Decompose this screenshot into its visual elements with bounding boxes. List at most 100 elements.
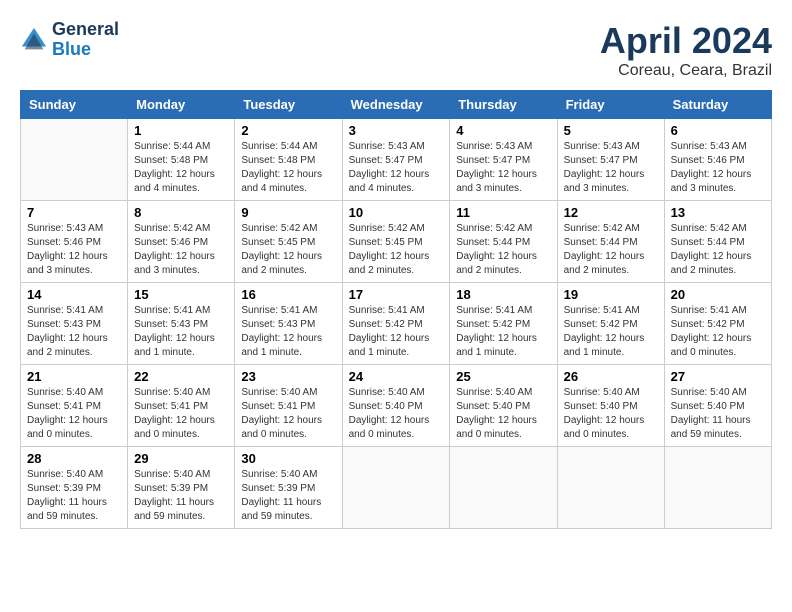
day-cell: 27Sunrise: 5:40 AMSunset: 5:40 PMDayligh… [664,365,771,447]
day-header-sunday: Sunday [21,91,128,119]
day-header-tuesday: Tuesday [235,91,342,119]
day-cell: 13 Sunrise: 5:42 AMSunset: 5:44 PMDayligh… [664,201,771,283]
day-info: Sunrise: 5:43 AMSunset: 5:46 PMDaylight:… [671,140,765,196]
day-header-monday: Monday [128,91,235,119]
day-cell: 10 Sunrise: 5:42 AMSunset: 5:45 PMDayligh… [342,201,450,283]
day-number: 11 [456,205,550,220]
day-info: Sunrise: 5:40 AMSunset: 5:41 PMDaylight:… [241,386,335,442]
day-cell [557,447,664,529]
day-info: Sunrise: 5:43 AMSunset: 5:47 PMDaylight:… [564,140,658,196]
day-info: Sunrise: 5:42 AMSunset: 5:44 PMDaylight:… [671,222,765,278]
day-cell: 7 Sunrise: 5:43 AMSunset: 5:46 PMDaylight… [21,201,128,283]
day-number: 23 [241,369,335,384]
day-cell: 25 Sunrise: 5:40 AMSunset: 5:40 PMDayligh… [450,365,557,447]
day-cell: 12 Sunrise: 5:42 AMSunset: 5:44 PMDayligh… [557,201,664,283]
week-row-4: 21 Sunrise: 5:40 AMSunset: 5:41 PMDayligh… [21,365,772,447]
day-number: 20 [671,287,765,302]
day-info: Sunrise: 5:43 AMSunset: 5:46 PMDaylight:… [27,222,121,278]
day-cell: 8 Sunrise: 5:42 AMSunset: 5:46 PMDaylight… [128,201,235,283]
day-number: 7 [27,205,121,220]
week-row-5: 28 Sunrise: 5:40 AMSunset: 5:39 PMDayligh… [21,447,772,529]
day-number: 22 [134,369,228,384]
day-number: 21 [27,369,121,384]
day-cell: 1Sunrise: 5:44 AMSunset: 5:48 PMDaylight… [128,119,235,201]
day-cell: 30 Sunrise: 5:40 AMSunset: 5:39 PMDayligh… [235,447,342,529]
day-cell: 15Sunrise: 5:41 AMSunset: 5:43 PMDayligh… [128,283,235,365]
day-cell: 17Sunrise: 5:41 AMSunset: 5:42 PMDayligh… [342,283,450,365]
day-info: Sunrise: 5:42 AMSunset: 5:45 PMDaylight:… [349,222,444,278]
day-number: 17 [349,287,444,302]
day-info: Sunrise: 5:42 AMSunset: 5:45 PMDaylight:… [241,222,335,278]
day-info: Sunrise: 5:44 AMSunset: 5:48 PMDaylight:… [134,140,228,196]
day-cell: 11 Sunrise: 5:42 AMSunset: 5:44 PMDayligh… [450,201,557,283]
day-number: 12 [564,205,658,220]
day-cell [21,119,128,201]
day-number: 8 [134,205,228,220]
day-number: 29 [134,451,228,466]
day-info: Sunrise: 5:40 AMSunset: 5:39 PMDaylight:… [27,468,121,524]
day-info: Sunrise: 5:42 AMSunset: 5:46 PMDaylight:… [134,222,228,278]
day-cell: 20 Sunrise: 5:41 AMSunset: 5:42 PMDayligh… [664,283,771,365]
day-number: 13 [671,205,765,220]
day-cell: 4 Sunrise: 5:43 AMSunset: 5:47 PMDaylight… [450,119,557,201]
day-cell: 21Sunrise: 5:40 AMSunset: 5:41 PMDayligh… [21,365,128,447]
week-row-3: 14 Sunrise: 5:41 AMSunset: 5:43 PMDayligh… [21,283,772,365]
day-header-wednesday: Wednesday [342,91,450,119]
day-info: Sunrise: 5:43 AMSunset: 5:47 PMDaylight:… [349,140,444,196]
day-number: 25 [456,369,550,384]
day-number: 9 [241,205,335,220]
day-number: 30 [241,451,335,466]
day-cell: 16Sunrise: 5:41 AMSunset: 5:43 PMDayligh… [235,283,342,365]
day-info: Sunrise: 5:40 AMSunset: 5:39 PMDaylight:… [134,468,228,524]
day-number: 27 [671,369,765,384]
day-number: 16 [241,287,335,302]
day-header-friday: Friday [557,91,664,119]
day-info: Sunrise: 5:40 AMSunset: 5:39 PMDaylight:… [241,468,335,524]
day-info: Sunrise: 5:42 AMSunset: 5:44 PMDaylight:… [564,222,658,278]
day-info: Sunrise: 5:40 AMSunset: 5:40 PMDaylight:… [456,386,550,442]
day-cell: 26 Sunrise: 5:40 AMSunset: 5:40 PMDayligh… [557,365,664,447]
day-info: Sunrise: 5:40 AMSunset: 5:40 PMDaylight:… [564,386,658,442]
day-info: Sunrise: 5:40 AMSunset: 5:41 PMDaylight:… [134,386,228,442]
day-info: Sunrise: 5:44 AMSunset: 5:48 PMDaylight:… [241,140,335,196]
day-cell: 14 Sunrise: 5:41 AMSunset: 5:43 PMDayligh… [21,283,128,365]
day-info: Sunrise: 5:41 AMSunset: 5:42 PMDaylight:… [671,304,765,360]
day-number: 10 [349,205,444,220]
day-number: 6 [671,123,765,138]
day-number: 4 [456,123,550,138]
week-row-2: 7 Sunrise: 5:43 AMSunset: 5:46 PMDaylight… [21,201,772,283]
logo-text-blue: Blue [52,40,119,60]
calendar-table: SundayMondayTuesdayWednesdayThursdayFrid… [20,90,772,529]
page-header: General Blue April 2024 Coreau, Ceara, B… [20,20,772,80]
day-cell: 28 Sunrise: 5:40 AMSunset: 5:39 PMDayligh… [21,447,128,529]
day-number: 28 [27,451,121,466]
day-info: Sunrise: 5:41 AMSunset: 5:43 PMDaylight:… [134,304,228,360]
day-cell: 19Sunrise: 5:41 AMSunset: 5:42 PMDayligh… [557,283,664,365]
location: Coreau, Ceara, Brazil [600,62,772,80]
day-info: Sunrise: 5:41 AMSunset: 5:43 PMDaylight:… [27,304,121,360]
day-cell: 3 Sunrise: 5:43 AMSunset: 5:47 PMDaylight… [342,119,450,201]
day-cell: 18Sunrise: 5:41 AMSunset: 5:42 PMDayligh… [450,283,557,365]
day-header-saturday: Saturday [664,91,771,119]
day-info: Sunrise: 5:42 AMSunset: 5:44 PMDaylight:… [456,222,550,278]
day-info: Sunrise: 5:43 AMSunset: 5:47 PMDaylight:… [456,140,550,196]
day-header-thursday: Thursday [450,91,557,119]
day-cell: 2Sunrise: 5:44 AMSunset: 5:48 PMDaylight… [235,119,342,201]
day-cell: 23 Sunrise: 5:40 AMSunset: 5:41 PMDayligh… [235,365,342,447]
week-row-1: 1Sunrise: 5:44 AMSunset: 5:48 PMDaylight… [21,119,772,201]
day-cell: 24Sunrise: 5:40 AMSunset: 5:40 PMDayligh… [342,365,450,447]
day-cell: 22 Sunrise: 5:40 AMSunset: 5:41 PMDayligh… [128,365,235,447]
day-number: 18 [456,287,550,302]
day-number: 19 [564,287,658,302]
day-cell: 5 Sunrise: 5:43 AMSunset: 5:47 PMDaylight… [557,119,664,201]
day-number: 5 [564,123,658,138]
logo: General Blue [20,20,119,60]
day-number: 26 [564,369,658,384]
day-cell [342,447,450,529]
day-cell [450,447,557,529]
day-info: Sunrise: 5:40 AMSunset: 5:40 PMDaylight:… [349,386,444,442]
day-number: 3 [349,123,444,138]
month-title: April 2024 [600,20,772,62]
day-number: 14 [27,287,121,302]
day-cell: 6 Sunrise: 5:43 AMSunset: 5:46 PMDaylight… [664,119,771,201]
